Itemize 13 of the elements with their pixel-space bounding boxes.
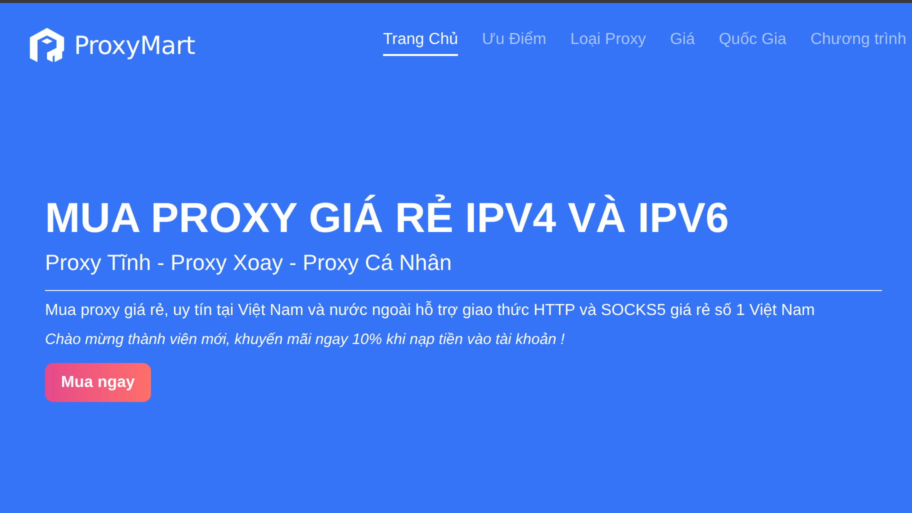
buy-button[interactable]: Mua ngay [45, 363, 151, 402]
nav-link[interactable]: Ưu Điểm [482, 30, 546, 56]
nav-link[interactable]: Chương trình [810, 30, 906, 56]
nav-link[interactable]: Quốc Gia [718, 30, 786, 56]
brand-name[interactable]: ProxyMart [74, 30, 195, 60]
nav-link[interactable]: Trang Chủ [383, 30, 458, 56]
nav-link[interactable]: Loại Proxy [570, 30, 646, 56]
promo-text: Chào mừng thành viên mới, khuyến mãi ngay 10% khi nạp tiền vào tài khoản ! [45, 330, 566, 350]
hero-subtitle: Proxy Tĩnh - Proxy Xoay - Proxy Cá Nhân [45, 249, 453, 277]
nav-link[interactable]: Giá [670, 30, 695, 56]
logo-icon [28, 26, 66, 64]
hero-description: Mua proxy giá rẻ, uy tín tại Việt Nam và nước ngoài hỗ trợ giao thức HTTP và SOCKS5 giá rẻ số 1 Việt Nam [45, 300, 816, 321]
hero-title: MUA PROXY GIÁ RẺ IPV4 VÀ IPV6 [45, 193, 730, 243]
